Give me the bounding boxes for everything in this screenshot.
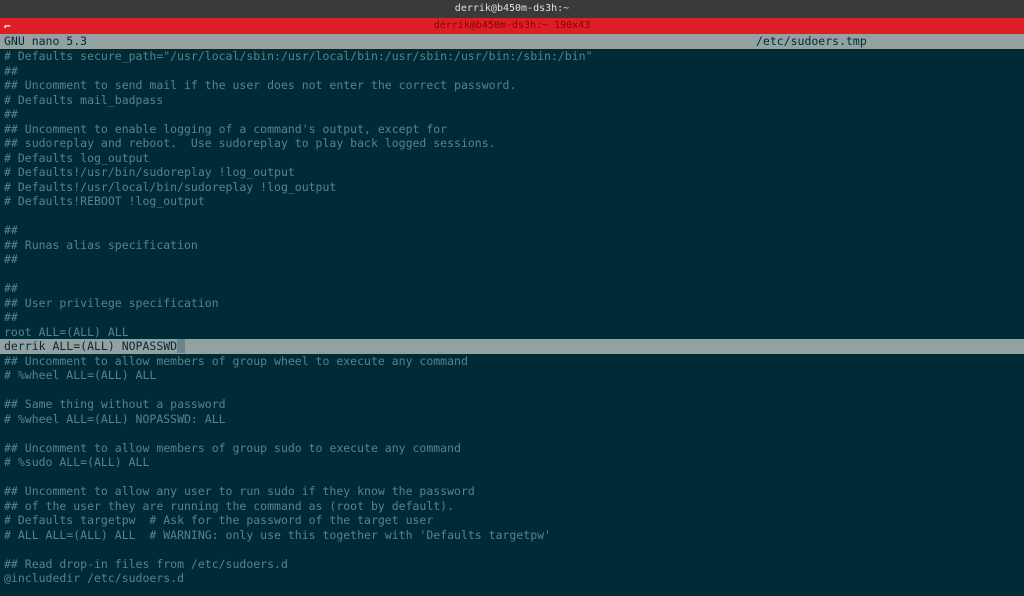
- editor-line: ##: [4, 252, 1020, 267]
- editor-line: # Defaults!/usr/local/bin/sudoreplay !lo…: [4, 180, 1020, 195]
- editor-line: ## sudoreplay and reboot. Use sudoreplay…: [4, 136, 1020, 151]
- editor-line: # Defaults log_output: [4, 151, 1020, 166]
- editor-line: ##: [4, 281, 1020, 296]
- editor-line: ##: [4, 223, 1020, 238]
- nano-statusbar: GNU nano 5.3 /etc/sudoers.tmp: [0, 34, 1024, 49]
- cursor-line-text: derrik ALL=(ALL) NOPASSWD: [4, 339, 177, 353]
- editor-line: ## Runas alias specification: [4, 238, 1020, 253]
- nano-version: GNU nano 5.3: [4, 34, 756, 49]
- tmux-statusbar: ⌐ derrik@b450m-ds3h:~ 190x43: [0, 18, 1024, 34]
- editor-line: # Defaults!/usr/bin/sudoreplay !log_outp…: [4, 165, 1020, 180]
- editor-line: # Defaults!REBOOT !log_output: [4, 194, 1020, 209]
- editor-line: ## Uncomment to allow any user to run su…: [4, 484, 1020, 499]
- window-title: derrik@b450m-ds3h:~: [455, 2, 569, 17]
- tmux-session-text: derrik@b450m-ds3h:~ 190x43: [434, 19, 591, 34]
- editor-line: [4, 383, 1020, 398]
- cursor-icon: [177, 339, 185, 353]
- editor-line: [4, 542, 1020, 557]
- editor-line: ## Same thing without a password: [4, 397, 1020, 412]
- editor-line: ## User privilege specification: [4, 296, 1020, 311]
- editor-line: # %wheel ALL=(ALL) ALL: [4, 368, 1020, 383]
- editor-line: [4, 470, 1020, 485]
- editor-line: ## Uncomment to enable logging of a comm…: [4, 122, 1020, 137]
- editor-line: # Defaults mail_badpass: [4, 93, 1020, 108]
- editor-line: root ALL=(ALL) ALL: [4, 325, 1020, 340]
- editor-line: # %sudo ALL=(ALL) ALL: [4, 455, 1020, 470]
- nano-filename: /etc/sudoers.tmp: [756, 34, 867, 49]
- editor-line: ## Read drop-in files from /etc/sudoers.…: [4, 557, 1020, 572]
- editor-line: [4, 426, 1020, 441]
- editor-line: [4, 209, 1020, 224]
- editor-content[interactable]: # Defaults secure_path="/usr/local/sbin:…: [0, 49, 1024, 586]
- editor-line: @includedir /etc/sudoers.d: [4, 571, 1020, 586]
- tmux-icon: ⌐: [4, 20, 11, 35]
- window-titlebar: derrik@b450m-ds3h:~: [0, 0, 1024, 18]
- editor-line: ##: [4, 310, 1020, 325]
- editor-line: ##: [4, 64, 1020, 79]
- editor-line: ## Uncomment to allow members of group w…: [4, 354, 1020, 369]
- editor-line: [4, 267, 1020, 282]
- editor-line: ## Uncomment to send mail if the user do…: [4, 78, 1020, 93]
- editor-cursor-line: derrik ALL=(ALL) NOPASSWD: [0, 339, 1024, 354]
- editor-line: ## Uncomment to allow members of group s…: [4, 441, 1020, 456]
- editor-line: # Defaults secure_path="/usr/local/sbin:…: [4, 49, 1020, 64]
- editor-line: # ALL ALL=(ALL) ALL # WARNING: only use …: [4, 528, 1020, 543]
- editor-line: ##: [4, 107, 1020, 122]
- editor-line: # Defaults targetpw # Ask for the passwo…: [4, 513, 1020, 528]
- editor-line: ## of the user they are running the comm…: [4, 499, 1020, 514]
- editor-line: # %wheel ALL=(ALL) NOPASSWD: ALL: [4, 412, 1020, 427]
